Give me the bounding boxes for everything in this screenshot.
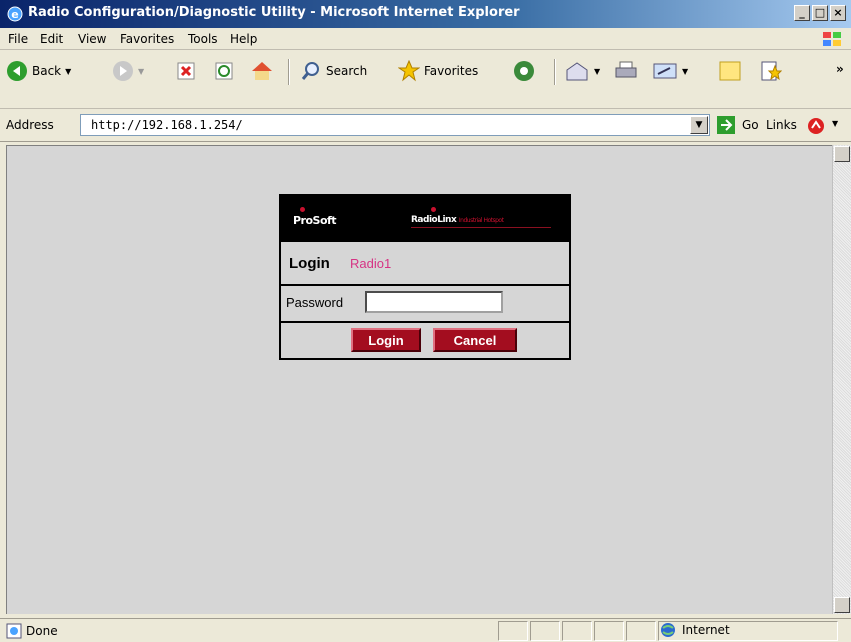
stop-button[interactable] xyxy=(176,57,196,85)
security-zone[interactable]: Internet xyxy=(660,622,730,638)
password-input[interactable] xyxy=(365,291,503,313)
radio-name: Radio1 xyxy=(350,256,392,271)
mail-button[interactable]: ▼ xyxy=(564,57,600,85)
menu-file[interactable]: File xyxy=(8,32,28,46)
stop-icon xyxy=(177,62,195,80)
prosoft-logo-dot-icon xyxy=(300,207,305,212)
back-arrow-icon xyxy=(7,61,27,81)
media-button[interactable] xyxy=(512,57,536,85)
refresh-button[interactable] xyxy=(214,57,234,85)
search-icon xyxy=(301,62,319,80)
forward-arrow-icon xyxy=(113,61,133,81)
page-done-icon xyxy=(6,623,22,639)
address-bar: Address ▼ Go Links ▼ xyxy=(0,110,851,142)
toolbar-overflow-icon[interactable]: » xyxy=(836,55,844,83)
cancel-button[interactable]: Cancel xyxy=(433,328,517,352)
windows-logo-icon xyxy=(823,32,841,46)
home-button[interactable] xyxy=(250,57,274,85)
status-pane xyxy=(562,621,592,641)
scroll-up-icon[interactable] xyxy=(834,146,850,162)
back-dropdown-icon[interactable]: ▼ xyxy=(65,67,71,76)
login-header-banner: ProSoft RadioLinx Industrial Hotspot xyxy=(281,196,569,240)
messenger-button[interactable] xyxy=(760,57,782,85)
status-pane xyxy=(530,621,560,641)
toolbar-separator xyxy=(554,59,556,85)
forward-button[interactable]: ▼ xyxy=(112,57,144,85)
links-button[interactable]: Links xyxy=(766,118,797,132)
sticky-note-icon xyxy=(719,61,741,81)
edit-dropdown-icon[interactable]: ▼ xyxy=(682,67,688,76)
status-pane xyxy=(594,621,624,641)
forward-dropdown-icon[interactable]: ▼ xyxy=(138,67,144,76)
radiolinx-logo-name: RadioLinx xyxy=(411,215,457,225)
discuss-button[interactable] xyxy=(718,57,742,85)
edit-page-icon xyxy=(653,63,677,79)
go-arrow-icon xyxy=(717,116,735,134)
login-button[interactable]: Login xyxy=(351,328,421,352)
window-title: Radio Configuration/Diagnostic Utility -… xyxy=(28,5,520,20)
printer-icon xyxy=(615,61,637,78)
search-button[interactable]: Search xyxy=(300,57,367,85)
menu-bar: File Edit View Favorites Tools Help xyxy=(0,28,851,50)
mail-dropdown-icon[interactable]: ▼ xyxy=(594,67,600,76)
star-icon xyxy=(398,60,420,82)
ie-icon: e xyxy=(7,6,23,22)
toolbar-separator xyxy=(288,59,290,85)
go-label: Go xyxy=(742,118,759,132)
favorites-label: Favorites xyxy=(424,64,479,78)
radiolinx-logo: RadioLinx Industrial Hotspot xyxy=(411,215,504,225)
login-panel: ProSoft RadioLinx Industrial Hotspot Log… xyxy=(279,194,571,360)
zone-label: Internet xyxy=(682,623,730,637)
address-field[interactable]: ▼ xyxy=(80,114,710,136)
password-label: Password xyxy=(286,295,344,310)
login-title: Login xyxy=(289,255,330,272)
refresh-icon xyxy=(215,62,233,80)
go-button[interactable]: Go xyxy=(716,115,759,135)
radiolinx-tagline: Industrial Hotspot xyxy=(458,217,504,224)
login-actions-row: Login Cancel xyxy=(281,321,569,358)
menu-view[interactable]: View xyxy=(78,32,106,46)
maximize-button[interactable]: □ xyxy=(812,5,828,21)
status-pane xyxy=(498,621,528,641)
address-dropdown-icon[interactable]: ▼ xyxy=(690,116,708,134)
mail-icon xyxy=(566,62,588,81)
search-label: Search xyxy=(326,64,368,78)
vertical-scrollbar[interactable] xyxy=(832,145,851,614)
acrobat-icon[interactable] xyxy=(806,116,828,136)
status-bar: Done Internet xyxy=(0,618,851,642)
password-row: Password xyxy=(281,284,569,321)
radiolinx-logo-dot-icon xyxy=(431,207,436,212)
media-icon xyxy=(514,61,534,81)
logo-underline xyxy=(411,227,551,228)
page-viewport: ProSoft RadioLinx Industrial Hotspot Log… xyxy=(6,145,832,614)
menu-favorites[interactable]: Favorites xyxy=(120,32,174,46)
status-text: Done xyxy=(26,624,58,638)
edit-button[interactable]: ▼ xyxy=(652,57,688,85)
address-input[interactable] xyxy=(91,118,651,132)
address-label: Address xyxy=(6,118,54,132)
menu-edit[interactable]: Edit xyxy=(40,32,63,46)
back-button[interactable]: Back ▼ xyxy=(6,57,71,85)
back-label: Back xyxy=(32,64,62,78)
minimize-button[interactable]: _ xyxy=(794,5,810,21)
browser-window: e Radio Configuration/Diagnostic Utility… xyxy=(0,0,851,642)
print-button[interactable] xyxy=(614,57,638,85)
scroll-down-icon[interactable] xyxy=(834,597,850,613)
menu-tools[interactable]: Tools xyxy=(188,32,218,46)
favorites-button[interactable]: Favorites xyxy=(398,57,478,85)
menu-help[interactable]: Help xyxy=(230,32,257,46)
login-title-row: Login Radio1 xyxy=(281,240,569,284)
svg-text:e: e xyxy=(11,8,18,21)
close-button[interactable]: × xyxy=(830,5,846,21)
status-pane xyxy=(626,621,656,641)
prosoft-logo: ProSoft xyxy=(293,214,337,227)
toolbar: Back ▼ ▼ Search Favorites ▼ ▼ » xyxy=(0,51,851,109)
globe-icon xyxy=(661,623,675,637)
title-bar: e Radio Configuration/Diagnostic Utility… xyxy=(0,0,851,28)
research-icon xyxy=(761,61,782,81)
acrobat-dropdown-icon[interactable]: ▼ xyxy=(832,119,838,128)
home-icon xyxy=(252,62,272,80)
